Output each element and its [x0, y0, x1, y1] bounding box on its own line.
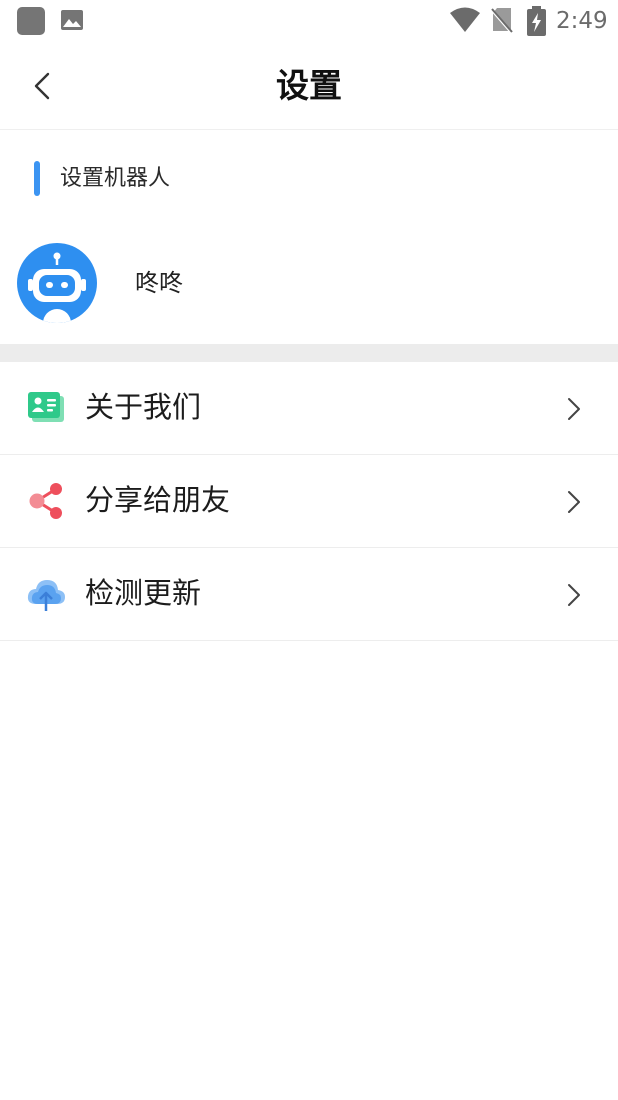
notification-square-icon	[17, 7, 45, 35]
chevron-right-icon	[568, 584, 580, 606]
menu-label: 关于我们	[85, 390, 202, 424]
menu-item-about-us[interactable]: 关于我们	[0, 362, 618, 455]
chevron-right-icon	[568, 491, 580, 513]
image-icon	[61, 10, 83, 30]
share-icon	[29, 483, 62, 519]
chevron-right-icon	[568, 398, 580, 420]
menu-label: 检测更新	[85, 576, 202, 610]
no-sim-icon	[491, 8, 513, 34]
cloud-upload-icon	[27, 580, 65, 611]
status-time: 2:49	[556, 8, 608, 34]
status-bar: 2:49	[0, 0, 618, 42]
section-title: 设置机器人	[60, 166, 171, 191]
id-card-icon	[28, 392, 64, 422]
robot-avatar-icon	[17, 243, 97, 323]
robot-section-header: 设置机器人	[0, 150, 618, 208]
page-title: 设置	[276, 66, 342, 105]
menu-item-check-update[interactable]: 检测更新	[0, 548, 618, 641]
wifi-icon	[450, 7, 480, 32]
title-bar: 设置	[0, 42, 618, 130]
robot-row[interactable]: 咚咚	[0, 238, 618, 334]
section-divider	[0, 344, 618, 362]
menu-label: 分享给朋友	[85, 483, 231, 517]
battery-charging-icon	[527, 6, 546, 36]
menu-item-share[interactable]: 分享给朋友	[0, 455, 618, 548]
section-accent-bar	[34, 161, 40, 196]
robot-name: 咚咚	[135, 269, 183, 297]
